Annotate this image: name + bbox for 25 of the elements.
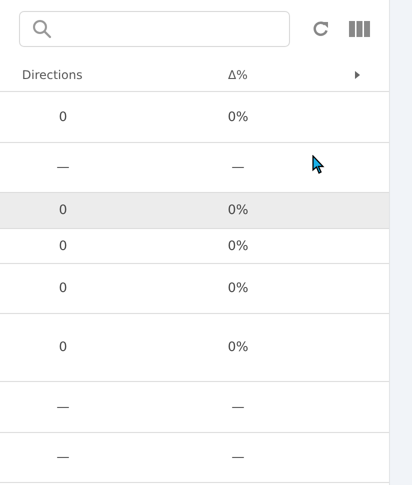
table-cell: 0% bbox=[228, 110, 248, 124]
table-cell: — bbox=[56, 450, 70, 465]
table-cell: 0 bbox=[58, 110, 68, 124]
table-cell: — bbox=[56, 160, 70, 175]
columns-icon[interactable] bbox=[349, 21, 370, 37]
refresh-icon[interactable] bbox=[312, 20, 330, 38]
table-cell: 0% bbox=[228, 281, 248, 296]
table-cell: 0% bbox=[228, 203, 248, 218]
search-field[interactable] bbox=[19, 11, 290, 47]
table-cell: — bbox=[232, 160, 244, 175]
table-cell: 0% bbox=[228, 340, 248, 355]
table-cell: 0 bbox=[58, 340, 68, 355]
table-cell: — bbox=[232, 400, 244, 414]
column-header[interactable]: Directions bbox=[22, 68, 82, 82]
table-cell: 0 bbox=[58, 281, 68, 296]
table-cell: 0 bbox=[58, 203, 68, 218]
column-header[interactable]: Δ% bbox=[228, 68, 248, 82]
table-cell: — bbox=[56, 400, 70, 414]
table-cell: 0 bbox=[58, 238, 68, 254]
table-row[interactable]: 0 0% bbox=[0, 193, 389, 229]
caret-icon[interactable] bbox=[355, 70, 360, 78]
table-cell: 0% bbox=[228, 238, 248, 254]
search-icon bbox=[32, 19, 52, 39]
table-cell: — bbox=[232, 450, 244, 465]
cursor-icon bbox=[312, 155, 325, 175]
